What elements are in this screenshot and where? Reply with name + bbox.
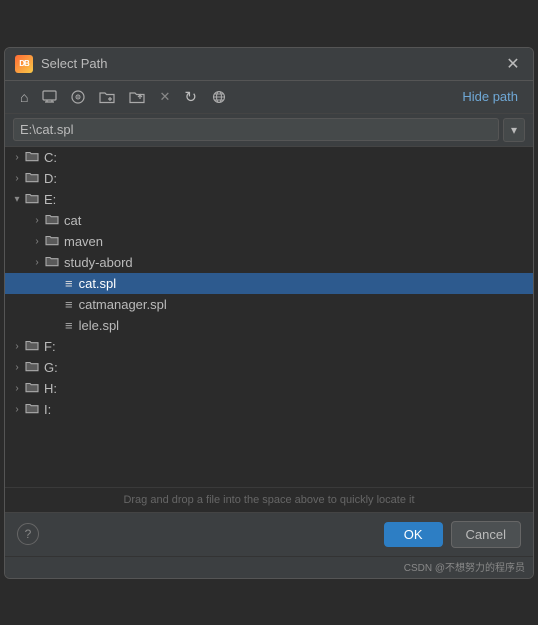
folder-icon	[25, 402, 39, 417]
footer: ? OK Cancel	[5, 512, 533, 556]
chevron-icon[interactable]: ▾	[9, 194, 25, 205]
tree-item-label: study-abord	[64, 255, 533, 270]
path-bar: ▾	[5, 114, 533, 147]
file-icon: ≡	[65, 318, 73, 333]
chevron-icon[interactable]: ›	[9, 152, 25, 163]
tree-item-f-drive[interactable]: › F:	[5, 336, 533, 357]
chevron-icon[interactable]: ›	[9, 404, 25, 415]
chevron-icon[interactable]: ›	[9, 383, 25, 394]
folder-icon	[25, 171, 39, 186]
tree-item-e-cat[interactable]: › cat	[5, 210, 533, 231]
select-path-dialog: DB Select Path ✕ ⌂	[4, 47, 534, 579]
file-icon: ≡	[65, 297, 73, 312]
tree-item-label: C:	[44, 150, 533, 165]
tree-item-label: H:	[44, 381, 533, 396]
watermark: CSDN @不想努力的程序员	[5, 556, 533, 578]
tree-item-label: G:	[44, 360, 533, 375]
hide-path-button[interactable]: Hide path	[457, 86, 523, 107]
chevron-icon[interactable]: ›	[29, 257, 45, 268]
ok-button[interactable]: OK	[384, 522, 443, 547]
tree-item-label: E:	[44, 192, 533, 207]
chevron-icon[interactable]: ›	[9, 173, 25, 184]
tree-item-e-lele-spl[interactable]: ≡ lele.spl	[5, 315, 533, 336]
tree-item-g-drive[interactable]: › G:	[5, 357, 533, 378]
network-icon[interactable]	[206, 87, 232, 107]
tree-item-h-drive[interactable]: › H:	[5, 378, 533, 399]
refresh-icon[interactable]: ↻	[179, 85, 202, 109]
delete-icon[interactable]: ✕	[154, 86, 175, 108]
cancel-button[interactable]: Cancel	[451, 521, 521, 548]
dialog-title: Select Path	[41, 56, 495, 71]
tree-item-label: cat	[64, 213, 533, 228]
toolbar: ⌂	[5, 81, 533, 114]
monitor-icon[interactable]	[37, 87, 62, 106]
tree-item-label: cat.spl	[79, 276, 533, 291]
tree-item-e-cat-spl[interactable]: ≡ cat.spl	[5, 273, 533, 294]
folder-icon	[25, 339, 39, 354]
tree-item-label: I:	[44, 402, 533, 417]
title-bar: DB Select Path ✕	[5, 48, 533, 81]
cd-icon[interactable]	[66, 87, 90, 107]
folder-up-icon[interactable]	[124, 87, 150, 107]
tree-item-e-maven[interactable]: › maven	[5, 231, 533, 252]
file-icon: ≡	[65, 276, 73, 291]
tree-item-label: lele.spl	[79, 318, 533, 333]
folder-icon	[45, 255, 59, 270]
folder-icon	[25, 360, 39, 375]
chevron-icon[interactable]: ›	[29, 215, 45, 226]
folder-icon	[25, 192, 39, 207]
file-tree[interactable]: › C:› D:▾ E:› cat› maven› study-abord≡ca…	[5, 147, 533, 487]
folder-icon	[45, 234, 59, 249]
tree-item-d-drive[interactable]: › D:	[5, 168, 533, 189]
tree-item-label: D:	[44, 171, 533, 186]
drag-hint: Drag and drop a file into the space abov…	[5, 487, 533, 512]
folder-icon	[25, 381, 39, 396]
chevron-icon[interactable]: ›	[9, 362, 25, 373]
folder-icon	[45, 213, 59, 228]
path-dropdown-button[interactable]: ▾	[503, 118, 525, 142]
new-folder-icon[interactable]	[94, 87, 120, 107]
app-icon: DB	[15, 55, 33, 73]
close-button[interactable]: ✕	[503, 54, 523, 74]
tree-item-e-study[interactable]: › study-abord	[5, 252, 533, 273]
tree-item-label: maven	[64, 234, 533, 249]
chevron-icon[interactable]: ›	[29, 236, 45, 247]
folder-icon	[25, 150, 39, 165]
tree-item-e-catmanager-spl[interactable]: ≡ catmanager.spl	[5, 294, 533, 315]
path-input[interactable]	[13, 118, 499, 141]
tree-item-label: F:	[44, 339, 533, 354]
tree-item-i-drive[interactable]: › I:	[5, 399, 533, 420]
tree-item-c-drive[interactable]: › C:	[5, 147, 533, 168]
home-icon[interactable]: ⌂	[15, 86, 33, 108]
help-button[interactable]: ?	[17, 523, 39, 545]
chevron-icon[interactable]: ›	[9, 341, 25, 352]
tree-item-e-drive[interactable]: ▾ E:	[5, 189, 533, 210]
tree-item-label: catmanager.spl	[79, 297, 533, 312]
